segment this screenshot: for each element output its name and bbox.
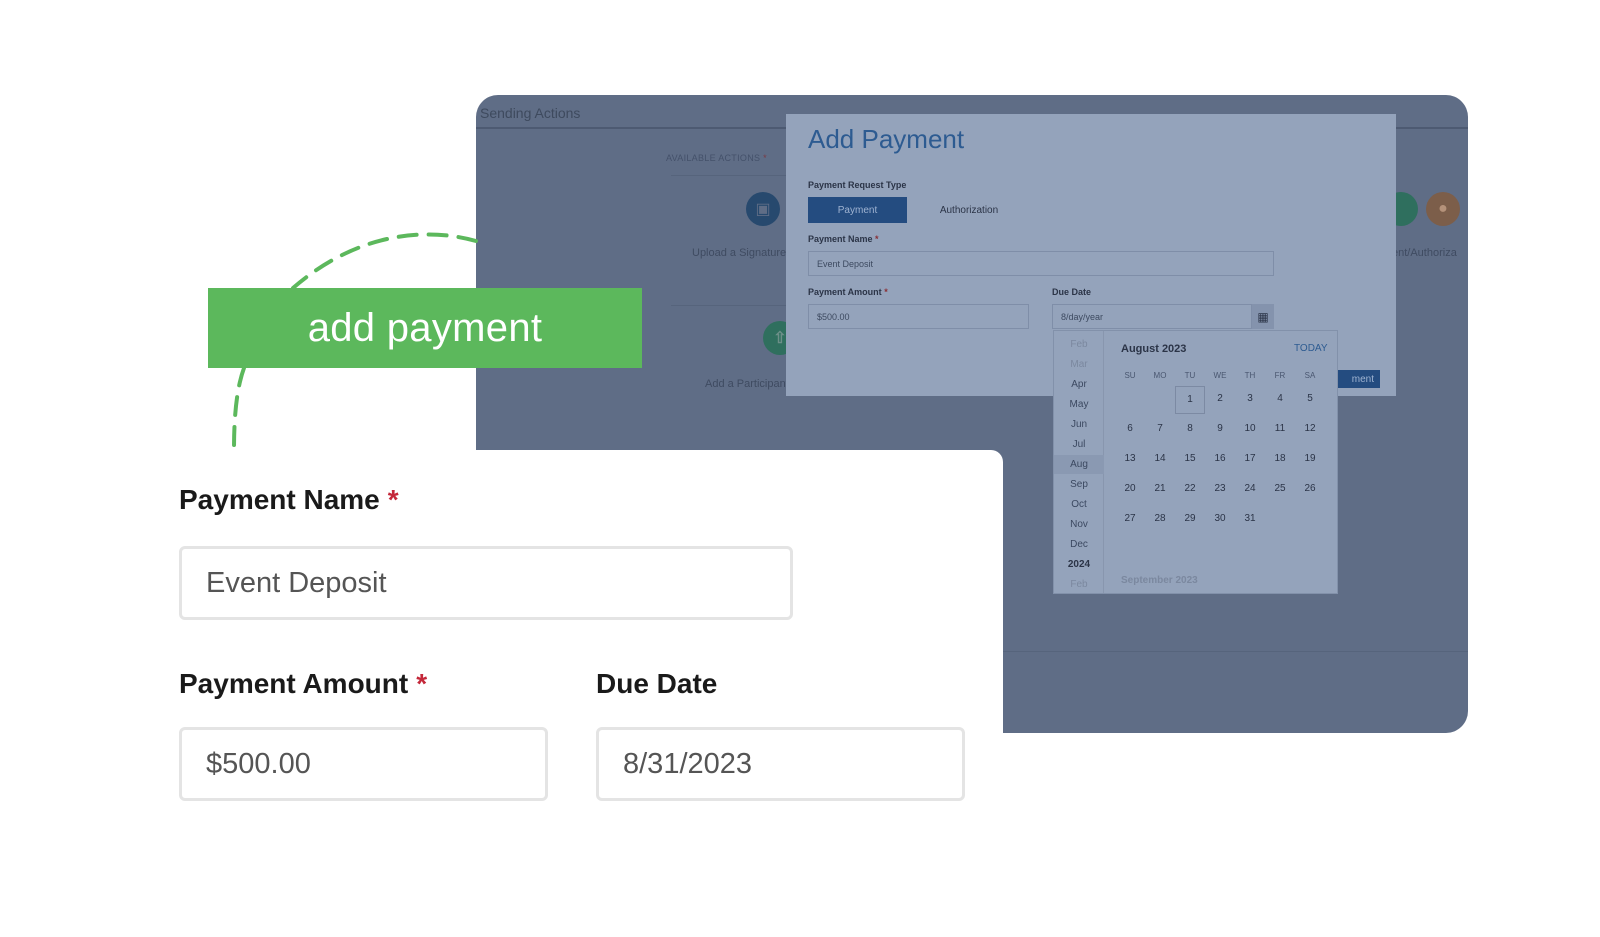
month-item[interactable]: Feb xyxy=(1054,579,1104,590)
today-button[interactable]: TODAY xyxy=(1294,343,1328,354)
payment-amount-input[interactable]: $500.00 xyxy=(808,304,1029,329)
payment-name-input[interactable]: Event Deposit xyxy=(808,251,1274,276)
weekday-label: TH xyxy=(1244,371,1256,380)
divider xyxy=(671,305,791,306)
payment-name-input[interactable]: Event Deposit xyxy=(179,546,793,620)
payment-amount-label: Payment Amount * xyxy=(808,287,888,297)
calendar-day[interactable]: 2 xyxy=(1205,393,1235,404)
action-upload-signature[interactable]: Upload a Signature xyxy=(692,247,786,259)
divider xyxy=(671,175,791,176)
calendar-day[interactable]: 14 xyxy=(1145,453,1175,464)
calendar-day[interactable]: 22 xyxy=(1175,483,1205,494)
month-item[interactable]: Oct xyxy=(1054,499,1104,510)
calendar-day[interactable]: 3 xyxy=(1235,393,1265,404)
date-picker: Feb Mar Apr May Jun Jul Aug Sep Oct Nov … xyxy=(1053,330,1338,594)
calendar-day[interactable]: 30 xyxy=(1205,513,1235,524)
next-month-heading: September 2023 xyxy=(1121,575,1198,586)
calendar-day[interactable]: 5 xyxy=(1295,393,1325,404)
weekday-label: SU xyxy=(1124,371,1136,380)
document-icon[interactable]: ▣ xyxy=(746,192,780,226)
calendar-day[interactable]: 20 xyxy=(1115,483,1145,494)
calendar-day[interactable]: 16 xyxy=(1205,453,1235,464)
month-item[interactable]: May xyxy=(1054,399,1104,410)
calendar-day[interactable]: 4 xyxy=(1265,393,1295,404)
payment-name-label: Payment Name * xyxy=(808,234,879,244)
add-payment-callout-label: add payment xyxy=(208,288,642,368)
action-add-participant[interactable]: Add a Participant xyxy=(705,378,789,390)
current-month-heading: August 2023 xyxy=(1121,343,1187,355)
weekday-label: FR xyxy=(1274,371,1286,380)
month-list: Feb Mar Apr May Jun Jul Aug Sep Oct Nov … xyxy=(1054,331,1104,593)
month-item[interactable]: Mar xyxy=(1054,359,1104,370)
month-item[interactable]: Jun xyxy=(1054,419,1104,430)
weekday-label: MO xyxy=(1153,371,1167,380)
calendar-day[interactable]: 25 xyxy=(1265,483,1295,494)
calendar-day[interactable]: 15 xyxy=(1175,453,1205,464)
calendar-day[interactable]: 7 xyxy=(1145,423,1175,434)
calendar-day[interactable]: 24 xyxy=(1235,483,1265,494)
month-item[interactable]: Apr xyxy=(1054,379,1104,390)
calendar-icon[interactable]: ▦ xyxy=(1252,304,1274,329)
calendar-day[interactable]: 28 xyxy=(1145,513,1175,524)
weekday-label: SA xyxy=(1304,371,1316,380)
modal-title: Add Payment xyxy=(808,124,965,154)
month-item[interactable]: Feb xyxy=(1054,339,1104,350)
calendar-day[interactable]: 23 xyxy=(1205,483,1235,494)
weekday-label: TU xyxy=(1184,371,1196,380)
due-date-input[interactable]: 8/day/year xyxy=(1052,304,1252,329)
payment-name-label: Payment Name * xyxy=(179,484,399,515)
calendar-day[interactable]: 8 xyxy=(1175,423,1205,434)
month-item[interactable]: Sep xyxy=(1054,479,1104,490)
section-title: Sending Actions xyxy=(480,105,581,121)
calendar-day[interactable]: 10 xyxy=(1235,423,1265,434)
calendar-day[interactable]: 27 xyxy=(1115,513,1145,524)
calendar-day[interactable]: 9 xyxy=(1205,423,1235,434)
year-item[interactable]: 2024 xyxy=(1054,559,1104,570)
calendar-day[interactable]: 21 xyxy=(1145,483,1175,494)
weekday-label: WE xyxy=(1213,371,1227,380)
calendar-day-highlighted[interactable]: 1 xyxy=(1175,386,1205,414)
calendar-day[interactable]: 19 xyxy=(1295,453,1325,464)
request-type-payment-button[interactable]: Payment xyxy=(808,197,907,223)
calendar-day[interactable]: 29 xyxy=(1175,513,1205,524)
calendar-day[interactable]: 13 xyxy=(1115,453,1145,464)
month-item[interactable]: Jul xyxy=(1054,439,1104,450)
payment-amount-label: Payment Amount * xyxy=(179,668,428,699)
lock-icon[interactable]: ● xyxy=(1426,192,1460,226)
calendar-day[interactable]: 31 xyxy=(1235,513,1265,524)
month-item-selected[interactable]: Aug xyxy=(1054,455,1104,474)
calendar-day[interactable]: 17 xyxy=(1235,453,1265,464)
available-actions-label: AVAILABLE ACTIONS * xyxy=(666,153,767,163)
zoomed-form-card: Payment Name * Event Deposit Payment Amou… xyxy=(0,450,1003,937)
add-payment-submit-button[interactable]: ment xyxy=(1338,370,1380,388)
action-payment-authorization[interactable]: ent/Authoriza xyxy=(1392,247,1457,259)
calendar-day[interactable]: 18 xyxy=(1265,453,1295,464)
request-type-label: Payment Request Type xyxy=(808,180,907,190)
calendar-day[interactable]: 12 xyxy=(1295,423,1325,434)
due-date-label: Due Date xyxy=(1052,287,1092,297)
calendar-day[interactable]: 26 xyxy=(1295,483,1325,494)
month-item[interactable]: Dec xyxy=(1054,539,1104,550)
request-type-authorization-button[interactable]: Authorization xyxy=(924,197,1014,223)
due-date-label: Due Date xyxy=(596,668,718,699)
payment-amount-input[interactable]: $500.00 xyxy=(179,727,548,801)
due-date-input[interactable]: 8/31/2023 xyxy=(596,727,965,801)
calendar-day[interactable]: 6 xyxy=(1115,423,1145,434)
month-item[interactable]: Nov xyxy=(1054,519,1104,530)
calendar-day[interactable]: 11 xyxy=(1265,423,1295,434)
